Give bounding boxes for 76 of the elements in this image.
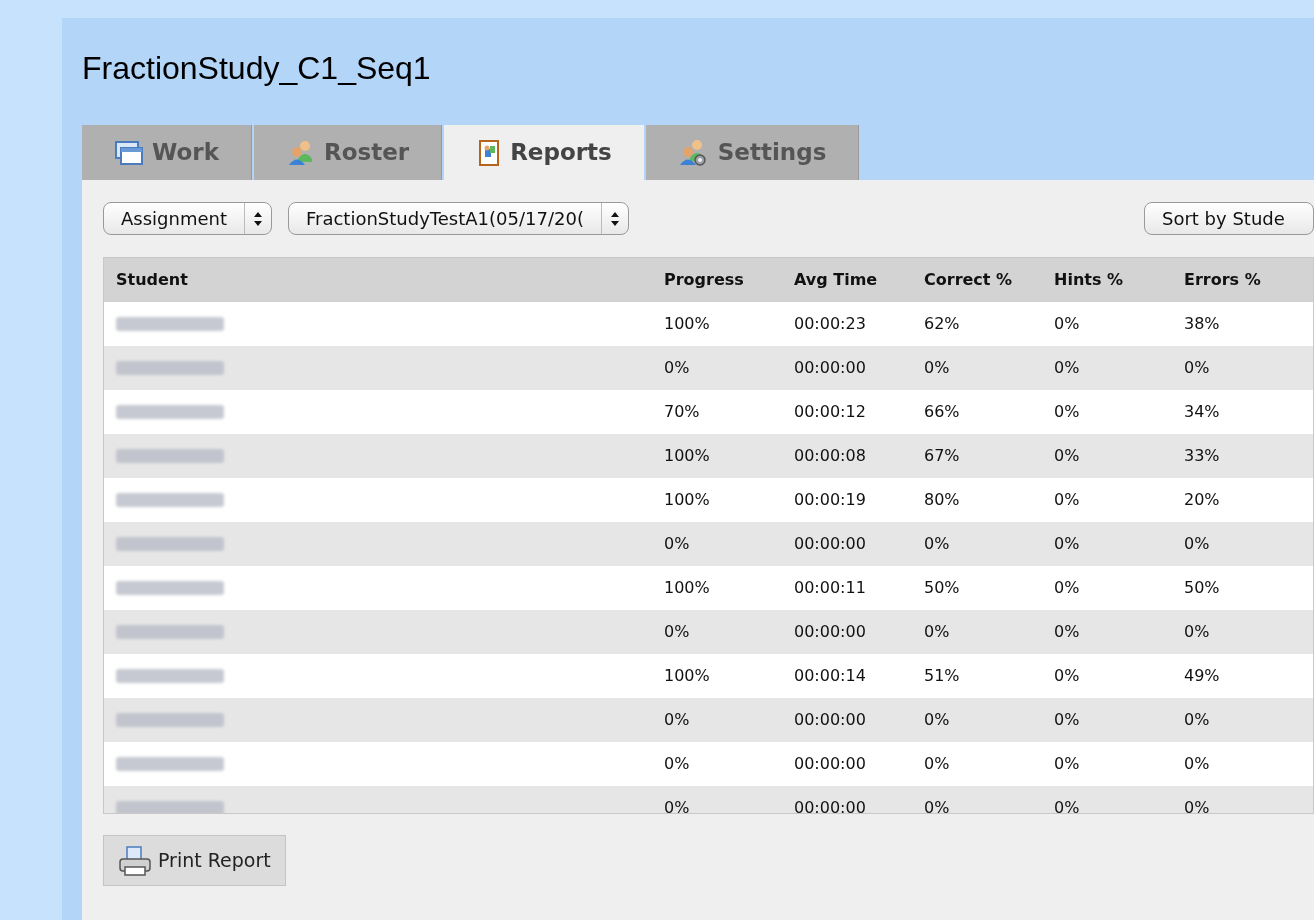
column-header: Errors % bbox=[1184, 270, 1261, 289]
column-header: Progress bbox=[664, 270, 744, 289]
table-cell: 50% bbox=[1184, 578, 1220, 597]
table-cell: 100% bbox=[664, 314, 710, 333]
table-cell: 66% bbox=[924, 402, 960, 421]
table-cell: 62% bbox=[924, 314, 960, 333]
table-cell: 0% bbox=[924, 710, 950, 729]
column-header: Avg Time bbox=[794, 270, 878, 289]
table-cell: 0% bbox=[924, 754, 950, 773]
table-cell: 70% bbox=[664, 402, 700, 421]
table-cell: 00:00:19 bbox=[794, 490, 866, 509]
printer-icon bbox=[118, 844, 152, 877]
table-cell: 00:00:11 bbox=[794, 578, 866, 597]
table-cell: 51% bbox=[924, 666, 960, 685]
table-cell: 00:00:12 bbox=[794, 402, 866, 421]
table-cell: 0% bbox=[1184, 754, 1210, 773]
table-cell: 0% bbox=[664, 534, 690, 553]
table-cell: 0% bbox=[664, 798, 690, 813]
table-cell: 67% bbox=[924, 446, 960, 465]
table-cell: 00:00:08 bbox=[794, 446, 866, 465]
table-cell: 0% bbox=[924, 622, 950, 641]
table-cell: 0% bbox=[1054, 710, 1080, 729]
table-cell: 0% bbox=[924, 358, 950, 377]
table-cell: 38% bbox=[1184, 314, 1220, 333]
table-cell: 0% bbox=[1184, 358, 1210, 377]
table-cell: 0% bbox=[1054, 622, 1080, 641]
table-cell: 0% bbox=[924, 534, 950, 553]
table-cell: 00:00:00 bbox=[794, 358, 866, 377]
table-cell: 0% bbox=[664, 754, 690, 773]
table-cell: 0% bbox=[1054, 314, 1080, 333]
up-down-arrows-icon bbox=[609, 210, 620, 227]
table-cell: 00:00:14 bbox=[794, 666, 866, 685]
table-cell: 00:00:00 bbox=[794, 622, 866, 641]
column-header: Student bbox=[116, 270, 188, 289]
table-cell: 80% bbox=[924, 490, 960, 509]
table-cell: 0% bbox=[1054, 798, 1080, 813]
table-cell: 50% bbox=[924, 578, 960, 597]
table-cell: 49% bbox=[1184, 666, 1220, 685]
table-cell: 0% bbox=[1054, 446, 1080, 465]
table-cell: 0% bbox=[664, 358, 690, 377]
table-cell: 0% bbox=[1184, 798, 1210, 813]
table-cell: 00:00:00 bbox=[794, 798, 866, 813]
table-cell: 0% bbox=[924, 798, 950, 813]
table-cell: 100% bbox=[664, 490, 710, 509]
column-header: Correct % bbox=[924, 270, 1013, 289]
table-cell: 0% bbox=[1054, 402, 1080, 421]
table-cell: 0% bbox=[1054, 534, 1080, 553]
windows-icon bbox=[114, 139, 144, 166]
print-report-button[interactable]: Print Report bbox=[103, 835, 286, 886]
table-cell: 00:00:00 bbox=[794, 710, 866, 729]
table-cell: 100% bbox=[664, 666, 710, 685]
table-cell: 00:00:00 bbox=[794, 754, 866, 773]
table-cell: 20% bbox=[1184, 490, 1220, 509]
table-cell: 0% bbox=[1184, 710, 1210, 729]
table-cell: 0% bbox=[1184, 622, 1210, 641]
up-down-arrows-icon bbox=[253, 210, 263, 227]
table-cell: 0% bbox=[1054, 754, 1080, 773]
table-cell: 0% bbox=[664, 710, 690, 729]
table-cell: 0% bbox=[1054, 578, 1080, 597]
page-title: FractionStudy_C1_Seq1 bbox=[82, 49, 431, 88]
table-cell: 00:00:23 bbox=[794, 314, 866, 333]
dropdown[interactable]: Sort by Stude bbox=[1144, 202, 1314, 235]
table-cell: 0% bbox=[1054, 358, 1080, 377]
dropdown[interactable]: Assignment bbox=[103, 202, 272, 235]
column-header: Hints % bbox=[1054, 270, 1124, 289]
table-cell: 00:00:00 bbox=[794, 534, 866, 553]
table-cell: 100% bbox=[664, 446, 710, 465]
table-cell: 0% bbox=[1054, 490, 1080, 509]
table-cell: 33% bbox=[1184, 446, 1220, 465]
table-cell: 0% bbox=[664, 622, 690, 641]
tab[interactable]: Reports bbox=[444, 125, 644, 180]
table-cell: 34% bbox=[1184, 402, 1220, 421]
table-cell: 100% bbox=[664, 578, 710, 597]
dropdown[interactable]: FractionStudyTestA1(05/17/20( bbox=[288, 202, 629, 235]
table-cell: 0% bbox=[1054, 666, 1080, 685]
table-cell: 0% bbox=[1184, 534, 1210, 553]
